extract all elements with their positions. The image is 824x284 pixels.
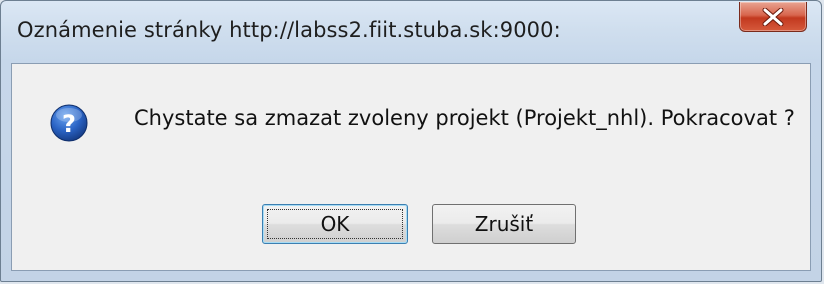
close-button[interactable] [739,2,807,32]
dialog-titlebar[interactable]: Oznámenie stránky http://labss2.fiit.stu… [1,1,821,63]
ok-button[interactable]: OK [262,204,408,244]
cancel-button[interactable]: Zrušiť [432,204,576,244]
dialog-title: Oznámenie stránky http://labss2.fiit.stu… [17,18,561,42]
dialog-message: Chystate sa zmazat zvoleny projekt (Proj… [134,106,795,130]
confirm-dialog: Oznámenie stránky http://labss2.fiit.stu… [0,0,822,282]
dialog-body: ? Chystate sa zmazat zvoleny projekt (Pr… [11,63,811,271]
svg-text:?: ? [62,110,76,138]
ok-button-label: OK [320,212,350,236]
message-area: ? Chystate sa zmazat zvoleny projekt (Pr… [12,64,810,170]
cancel-button-label: Zrušiť [474,212,534,236]
question-icon: ? [50,104,88,142]
close-icon [762,8,784,26]
